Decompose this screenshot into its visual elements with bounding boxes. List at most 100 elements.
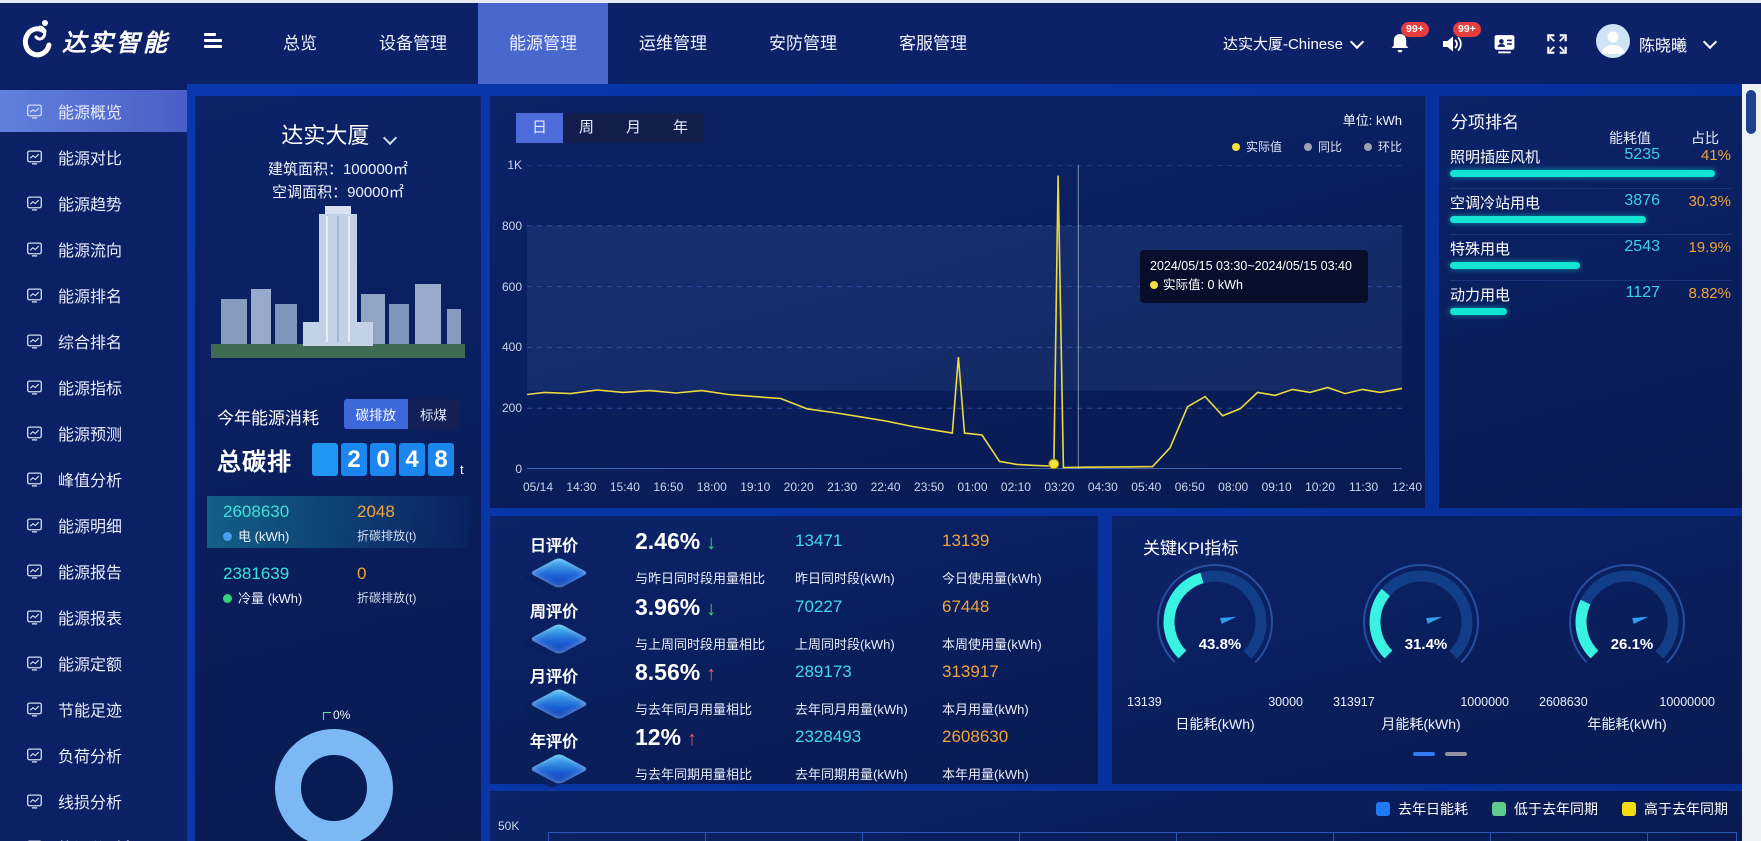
chevron-down-icon xyxy=(1703,34,1717,48)
x-axis-tick: 18:00 xyxy=(697,480,727,494)
sidebar-item-7[interactable]: 能源指标 xyxy=(0,366,187,408)
ranking-name: 照明插座风机 xyxy=(1450,146,1540,167)
sidebar-item-5[interactable]: 能源排名 xyxy=(0,274,187,316)
current-value: 2608630 xyxy=(942,727,1008,747)
bottom-grid-line xyxy=(862,832,863,841)
tooltip-value: 0 kWh xyxy=(1207,278,1242,292)
trend-tab-4[interactable]: 年 xyxy=(657,113,704,143)
energy-row-2[interactable]: 2381639冷量 (kWh)0折碳排放(t) xyxy=(207,558,469,610)
legend-item-3[interactable]: 环比 xyxy=(1364,138,1402,155)
app-logo[interactable]: 达实智能 xyxy=(16,17,170,63)
sidebar-item-16[interactable]: 线损分析 xyxy=(0,780,187,822)
menu-item-1[interactable]: 总览 xyxy=(252,3,348,84)
build-area-value: 100000㎡ xyxy=(343,161,408,178)
ranking-name: 空调冷站用电 xyxy=(1450,192,1540,213)
site-selector-dropdown[interactable]: 达实大厦-Chinese xyxy=(1223,33,1362,54)
scrollbar[interactable] xyxy=(1742,84,1761,841)
ranking-value: 3876 xyxy=(1590,192,1660,210)
gauge-max: 30000 xyxy=(1268,695,1303,709)
logo-icon xyxy=(16,17,54,63)
building-name: 达实大厦 xyxy=(281,123,369,148)
evaluation-caption: 与去年同期用量相比 xyxy=(635,764,752,783)
bottom-grid-line xyxy=(705,832,706,841)
arrow-up-icon: ↑ xyxy=(687,728,697,750)
evaluation-title: 周评价 xyxy=(530,598,578,622)
contact-card-icon xyxy=(1492,43,1517,60)
bottom-legend-item-2[interactable]: 低于去年同期 xyxy=(1492,799,1598,819)
legend-item-2[interactable]: 同比 xyxy=(1304,138,1342,155)
evaluation-title: 日评价 xyxy=(530,532,578,556)
scrollbar-thumb[interactable] xyxy=(1746,90,1756,134)
gauge-label: 月能耗(kWh) xyxy=(1333,714,1509,734)
arrow-down-icon: ↓ xyxy=(706,598,716,620)
sidebar-item-15[interactable]: 负荷分析 xyxy=(0,734,187,776)
sidebar-item-11[interactable]: 能源报告 xyxy=(0,550,187,592)
building-selector[interactable]: 达实大厦 xyxy=(195,118,481,150)
svg-text:26.1%: 26.1% xyxy=(1611,636,1654,653)
ranking-row-3: 特殊用电254319.9% xyxy=(1450,234,1731,281)
menu-item-6[interactable]: 客服管理 xyxy=(868,3,998,84)
sidebar-item-12[interactable]: 能源报表 xyxy=(0,596,187,638)
menu-item-5[interactable]: 安防管理 xyxy=(738,3,868,84)
energy-name: 冷量 (kWh) xyxy=(223,588,469,607)
composite-ranking-icon xyxy=(26,333,43,350)
evaluation-caption: 与昨日同时段用量相比 xyxy=(635,568,765,587)
carbon-digit-3: 0 xyxy=(370,443,396,476)
arrow-up-icon: ↑ xyxy=(706,663,716,685)
x-axis-tick: 08:00 xyxy=(1218,480,1248,494)
energy-row-1[interactable]: 2608630电 (kWh)2048折碳排放(t) xyxy=(207,496,469,548)
evaluation-percent: 8.56%↑ xyxy=(635,659,716,686)
ranking-name: 动力用电 xyxy=(1450,284,1510,305)
sidebar-item-13[interactable]: 能源定额 xyxy=(0,642,187,684)
sidebar-item-1[interactable]: 能源概览 xyxy=(0,90,187,132)
chevron-down-icon xyxy=(1350,34,1364,48)
sidebar-item-10[interactable]: 能源明细 xyxy=(0,504,187,546)
gauge-min: 313917 xyxy=(1333,695,1375,709)
energy-name: 电 (kWh) xyxy=(223,526,469,545)
sound-alert-button[interactable]: 99+ xyxy=(1440,31,1466,57)
sidebar-item-4[interactable]: 能源流向 xyxy=(0,228,187,270)
sidebar-item-9[interactable]: 峰值分析 xyxy=(0,458,187,500)
y-axis-tick: 400 xyxy=(490,340,522,354)
pagination-dot-1[interactable] xyxy=(1413,752,1435,756)
sidebar-item-17[interactable]: 能源分时段 xyxy=(0,826,187,841)
menu-collapse-icon[interactable] xyxy=(204,33,224,49)
x-axis-tick: 05/14 xyxy=(523,480,553,494)
legend-item-1[interactable]: 实际值 xyxy=(1232,138,1282,155)
sidebar-item-label: 综合排名 xyxy=(58,329,122,353)
sidebar-item-2[interactable]: 能源对比 xyxy=(0,136,187,178)
menu-item-4[interactable]: 运维管理 xyxy=(608,3,738,84)
gauge-min: 13139 xyxy=(1127,695,1162,709)
toggle-option-1[interactable]: 碳排放 xyxy=(344,399,409,429)
fullscreen-button[interactable] xyxy=(1544,31,1570,57)
bottom-legend-item-1[interactable]: 去年日能耗 xyxy=(1376,799,1468,819)
bottom-grid-line xyxy=(1333,832,1334,841)
ranking-bar xyxy=(1450,170,1715,177)
ac-area-value: 90000㎡ xyxy=(347,184,404,201)
building-info-panel: 达实大厦 建筑面积：100000㎡ 空调面积：90000㎡ 今年能源消耗 碳排放… xyxy=(195,96,481,841)
user-menu[interactable]: 陈晓曦 xyxy=(1596,24,1715,63)
sidebar-item-3[interactable]: 能源趋势 xyxy=(0,182,187,224)
trend-tab-1[interactable]: 日 xyxy=(516,113,563,143)
previous-label: 去年同期用量(kWh) xyxy=(795,764,908,783)
sidebar-item-14[interactable]: 节能足迹 xyxy=(0,688,187,730)
legend-square-icon xyxy=(1376,802,1390,816)
contact-card-button[interactable] xyxy=(1492,31,1518,57)
sidebar-item-6[interactable]: 综合排名 xyxy=(0,320,187,362)
trend-tab-2[interactable]: 周 xyxy=(563,113,610,143)
bottom-legend-item-3[interactable]: 高于去年同期 xyxy=(1622,799,1728,819)
toggle-option-2[interactable]: 标煤 xyxy=(408,399,459,429)
notification-bell-button[interactable]: 99+ xyxy=(1388,31,1414,57)
trend-tab-3[interactable]: 月 xyxy=(610,113,657,143)
ranking-panel: 分项排名 能耗值 占比 照明插座风机523541%空调冷站用电387630.3%… xyxy=(1439,96,1742,508)
notification-badge: 99+ xyxy=(1401,22,1429,38)
sidebar-item-8[interactable]: 能源预测 xyxy=(0,412,187,454)
menu-item-2[interactable]: 设备管理 xyxy=(348,3,478,84)
top-navbar: 达实智能 总览设备管理能源管理运维管理安防管理客服管理 达实大厦-Chinese… xyxy=(0,3,1761,84)
pagination-dot-2[interactable] xyxy=(1445,752,1467,756)
bottom-chart-ytick: 50K xyxy=(498,819,519,833)
menu-item-3[interactable]: 能源管理 xyxy=(478,3,608,84)
speaker-icon xyxy=(1440,44,1466,61)
bottom-legend-label: 低于去年同期 xyxy=(1514,799,1598,819)
current-label: 本月用量(kWh) xyxy=(942,699,1029,718)
